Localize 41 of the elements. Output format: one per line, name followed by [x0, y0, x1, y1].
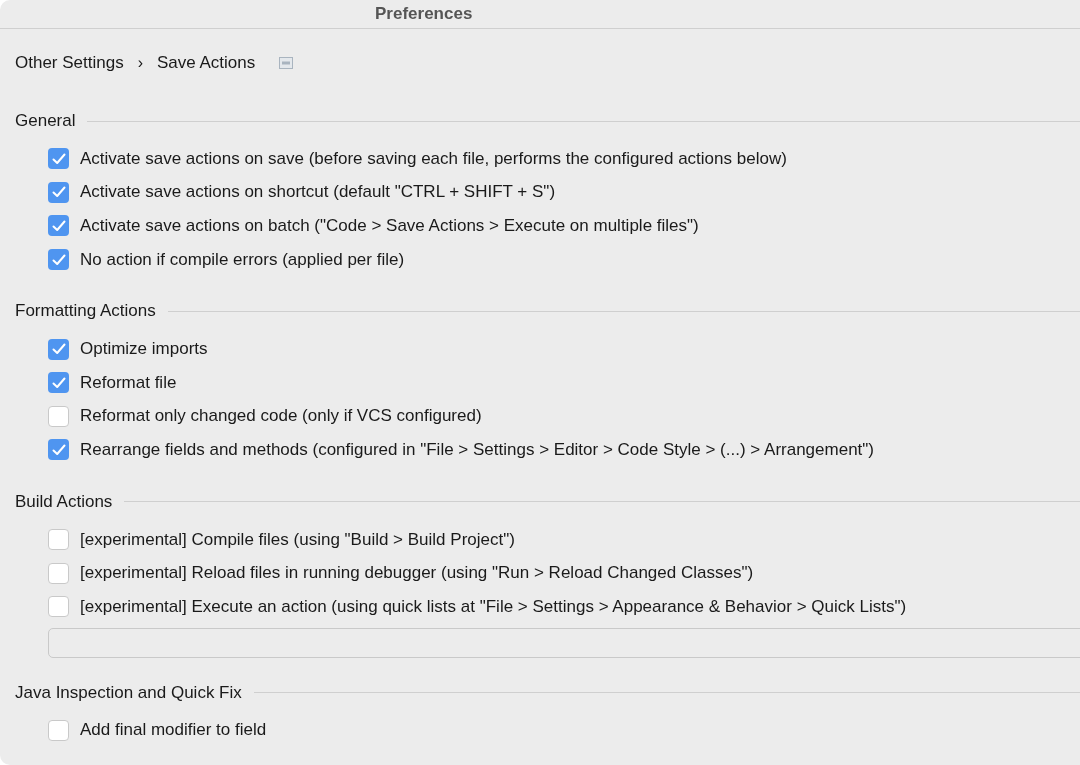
- input-field[interactable]: [48, 627, 1080, 658]
- checkbox-label: [experimental] Reload files in running debugger (using "Run > Reload Changed Classes"): [80, 563, 754, 584]
- checkmark-icon: [51, 253, 66, 266]
- window-icon: [279, 57, 294, 69]
- checkbox[interactable]: [48, 596, 69, 618]
- checkbox[interactable]: [48, 562, 69, 584]
- checkbox-label: Activate save actions on shortcut (default "CTRL + SHIFT + S"): [80, 182, 556, 203]
- checkbox[interactable]: [48, 439, 69, 461]
- checkbox-label: Rearrange fields and methods (configured in "File > Settings > Editor > Code Style > (...) > Arrangement"): [80, 439, 874, 460]
- checkbox-label: Reformat only changed code (only if VCS configured): [80, 406, 482, 427]
- checkbox-label: Activate save actions on batch ("Code > Save Actions > Execute on multiple files"): [80, 216, 699, 236]
- checkbox[interactable]: [48, 215, 69, 237]
- checkbox[interactable]: [48, 405, 69, 427]
- checkbox-label: Activate save actions on save (before saving each file, performs the configured actions below): [80, 148, 787, 169]
- checkbox-label: Reformat file: [80, 372, 177, 393]
- checkbox-label: No action if compile errors (applied per file): [80, 249, 405, 270]
- checkbox-label: [experimental] Compile files (using "Build > Build Project"): [80, 529, 515, 550]
- checkbox[interactable]: [48, 719, 69, 741]
- checkbox[interactable]: [48, 181, 69, 203]
- window-title: Preferences: [375, 4, 473, 24]
- checkbox[interactable]: [48, 372, 69, 394]
- checkmark-icon: [51, 343, 66, 356]
- checkbox[interactable]: [48, 338, 69, 360]
- checkbox-label: Add final modifier to field: [80, 720, 267, 741]
- section-title: Formatting Actions: [15, 301, 156, 322]
- breadcrumb-separator: ›: [137, 54, 143, 72]
- checkmark-icon: [51, 376, 66, 389]
- checkmark-icon: [51, 152, 66, 165]
- checkmark-icon: [51, 443, 66, 456]
- checkmark-icon: [51, 220, 66, 232]
- checkmark-icon: [51, 186, 66, 199]
- section-title: General: [15, 111, 76, 131]
- breadcrumb-item: Save Actions: [157, 53, 256, 73]
- section-title: Build Actions: [15, 491, 113, 512]
- checkbox-label: Optimize imports: [80, 339, 208, 360]
- checkbox[interactable]: [48, 249, 69, 271]
- checkbox-label: [experimental] Execute an action (using quick lists at "File > Settings > Appearance & Behavior > Quick Lists"): [80, 596, 907, 617]
- section-title: Java Inspection and Quick Fix: [15, 682, 242, 703]
- breadcrumb-item[interactable]: Other Settings: [15, 53, 124, 73]
- checkbox[interactable]: [48, 148, 69, 170]
- checkbox[interactable]: [48, 529, 69, 551]
